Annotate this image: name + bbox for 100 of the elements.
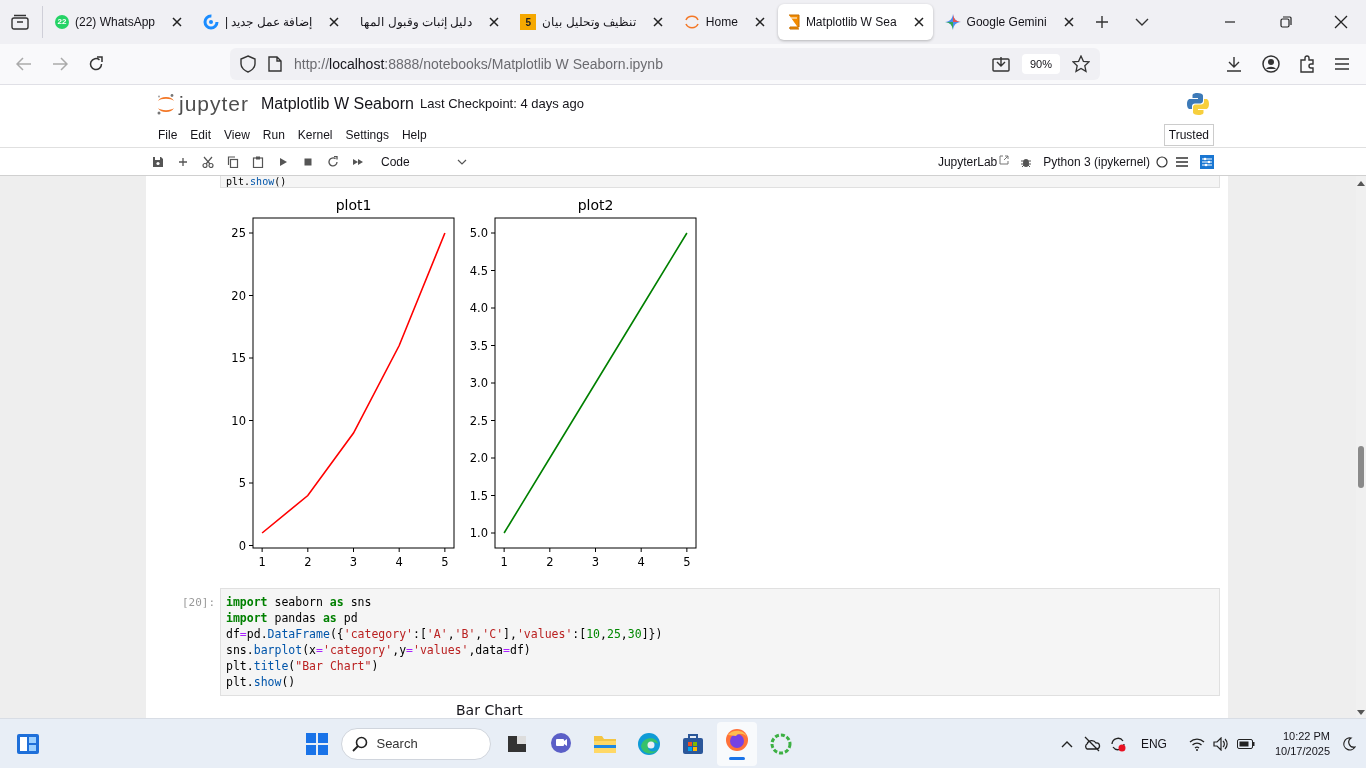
wifi-icon[interactable] [1188,736,1205,751]
taskbar-button[interactable] [717,721,758,766]
scroll-up-icon[interactable] [1357,180,1365,186]
moon-icon[interactable] [1342,736,1356,751]
y-tick-label: 20 [231,288,246,303]
menu-item[interactable]: Help [401,125,427,144]
y-tick-label: 10 [231,413,246,428]
new-tab-icon[interactable] [1094,15,1109,29]
menu-item[interactable]: Run [262,125,285,144]
tick-mark [490,307,496,309]
kernel-name[interactable]: Python 3 (ipykernel) [1043,152,1150,171]
menu-item[interactable]: View [224,125,250,144]
input-language[interactable]: ENG [1140,734,1167,753]
browser-tab[interactable]: Google Gemini [936,4,1083,40]
tab-title: تنظيف وتحليل بيان [542,14,637,31]
menu-item[interactable]: Settings [345,125,389,144]
close-icon[interactable] [1334,15,1348,29]
y-tick-label: 5 [238,476,246,490]
paste-icon[interactable] [252,155,264,168]
sync-icon[interactable] [1108,735,1127,752]
cut-icon[interactable] [202,155,214,168]
extensions-icon[interactable] [1299,55,1315,73]
save-to-device-icon[interactable] [991,56,1010,72]
copy-icon[interactable] [227,155,239,168]
tick-mark [248,545,254,546]
run-icon[interactable] [277,155,289,168]
chevron-up-icon[interactable] [1060,739,1073,748]
menu-item[interactable]: File [158,125,178,144]
address-bar[interactable]: http://localhost:8888/notebooks/Matplotlib W Seaborn.ipynb 90% [230,48,1100,80]
close-icon[interactable] [912,16,925,28]
code-line: plt.show() [226,176,287,187]
y-tick-label: 15 [231,351,246,365]
cell-type-dropdown[interactable]: Code [381,152,467,171]
tab-title: Google Gemini [966,14,1048,31]
account-icon[interactable] [1262,55,1280,73]
chevron-down-icon[interactable] [1134,17,1149,27]
cloud-off-icon[interactable] [1082,735,1101,752]
clock-time[interactable]: 10:22 PM [1282,728,1330,744]
checkpoint-text: Last Checkpoint: 4 days ago [420,94,585,113]
x-tick-label: 1 [500,555,508,569]
y-tick-label: 4.5 [469,263,488,278]
x-tick-label: 4 [637,555,645,569]
tick-mark [490,232,496,234]
download-icon[interactable] [1226,56,1242,72]
tick-mark [248,357,254,359]
menu-item[interactable]: Edit [190,125,212,144]
code-line: import seaborn as sns [226,594,372,610]
browser-tab[interactable]: إضافة عمل جديد | [195,4,349,40]
battery-icon[interactable] [1236,738,1255,749]
kernel-idle-icon [1156,155,1168,168]
x-tick-label: 2 [546,555,554,569]
code-line: plt.title("Bar Chart") [226,658,379,674]
close-icon[interactable] [651,16,664,28]
tick-mark [248,232,254,234]
zoom-level[interactable]: 90% [1021,53,1060,75]
tick-mark [248,482,254,484]
menu-icon[interactable] [1335,58,1349,70]
restore-icon[interactable] [1280,16,1292,28]
close-icon[interactable] [753,16,766,28]
bookmark-star-icon[interactable] [1072,55,1090,73]
menu-item[interactable]: Kernel [297,125,333,144]
jupyter-logo-icon [156,92,176,115]
jupyterlab-link[interactable]: JupyterLab [937,152,998,171]
widgets-icon[interactable] [16,732,40,755]
property-inspector-icon[interactable] [1200,154,1214,169]
trusted-indicator[interactable]: Trusted [1163,123,1214,146]
browser-tab[interactable]: Matplotlib W Sea [777,4,933,40]
tick-mark [640,547,642,553]
code-cell[interactable]: import seaborn as sns import pandas as pd df=pd.DataFrame({'category':['A','B','C'],'values':[10,25,30]}) sns.barplot(x='category',y='values',data=df) plt.title("Bar Chart") plt.show() [220,588,1220,696]
tab-list-icon[interactable] [11,14,29,30]
browser-tab[interactable]: دليل إثبات وقبول المها [352,4,509,40]
y-tick-label: 0 [238,538,246,553]
close-icon[interactable] [1062,16,1075,28]
close-icon[interactable] [488,16,501,28]
close-icon[interactable] [328,16,341,28]
search-field[interactable]: Search [341,727,492,760]
speaker-icon[interactable] [1212,736,1229,751]
add-icon[interactable] [177,155,189,168]
x-tick-label: 2 [304,555,312,569]
notebook-title[interactable]: Matplotlib W Seaborn [261,91,414,116]
list-icon[interactable] [1176,156,1188,167]
python-logo-icon [1186,91,1210,116]
tick-mark [307,547,309,553]
close-icon[interactable] [171,16,184,28]
search-icon [352,735,369,752]
scroll-down-icon[interactable] [1357,710,1365,716]
save-icon[interactable] [152,155,164,168]
browser-tab[interactable]: 22 (22) WhatsApp [47,4,192,40]
y-tick-label: 4.0 [469,301,488,315]
jupyter-logo-text[interactable]: jupyter [179,93,250,114]
clock-date[interactable]: 10/17/2025 [1274,743,1330,759]
tick-mark [490,420,496,421]
restart-icon[interactable] [327,155,339,168]
tab-title: إضافة عمل جديد | [225,14,314,31]
tick-mark [261,547,263,553]
reload-icon[interactable] [88,56,104,72]
x-tick-label: 3 [349,555,358,569]
code-line: df=pd.DataFrame({'category':['A','B','C'],'values':[10,25,30]}) [226,626,663,642]
browser-tab[interactable]: Home [675,4,774,40]
scrollbar-thumb[interactable] [1358,446,1364,488]
